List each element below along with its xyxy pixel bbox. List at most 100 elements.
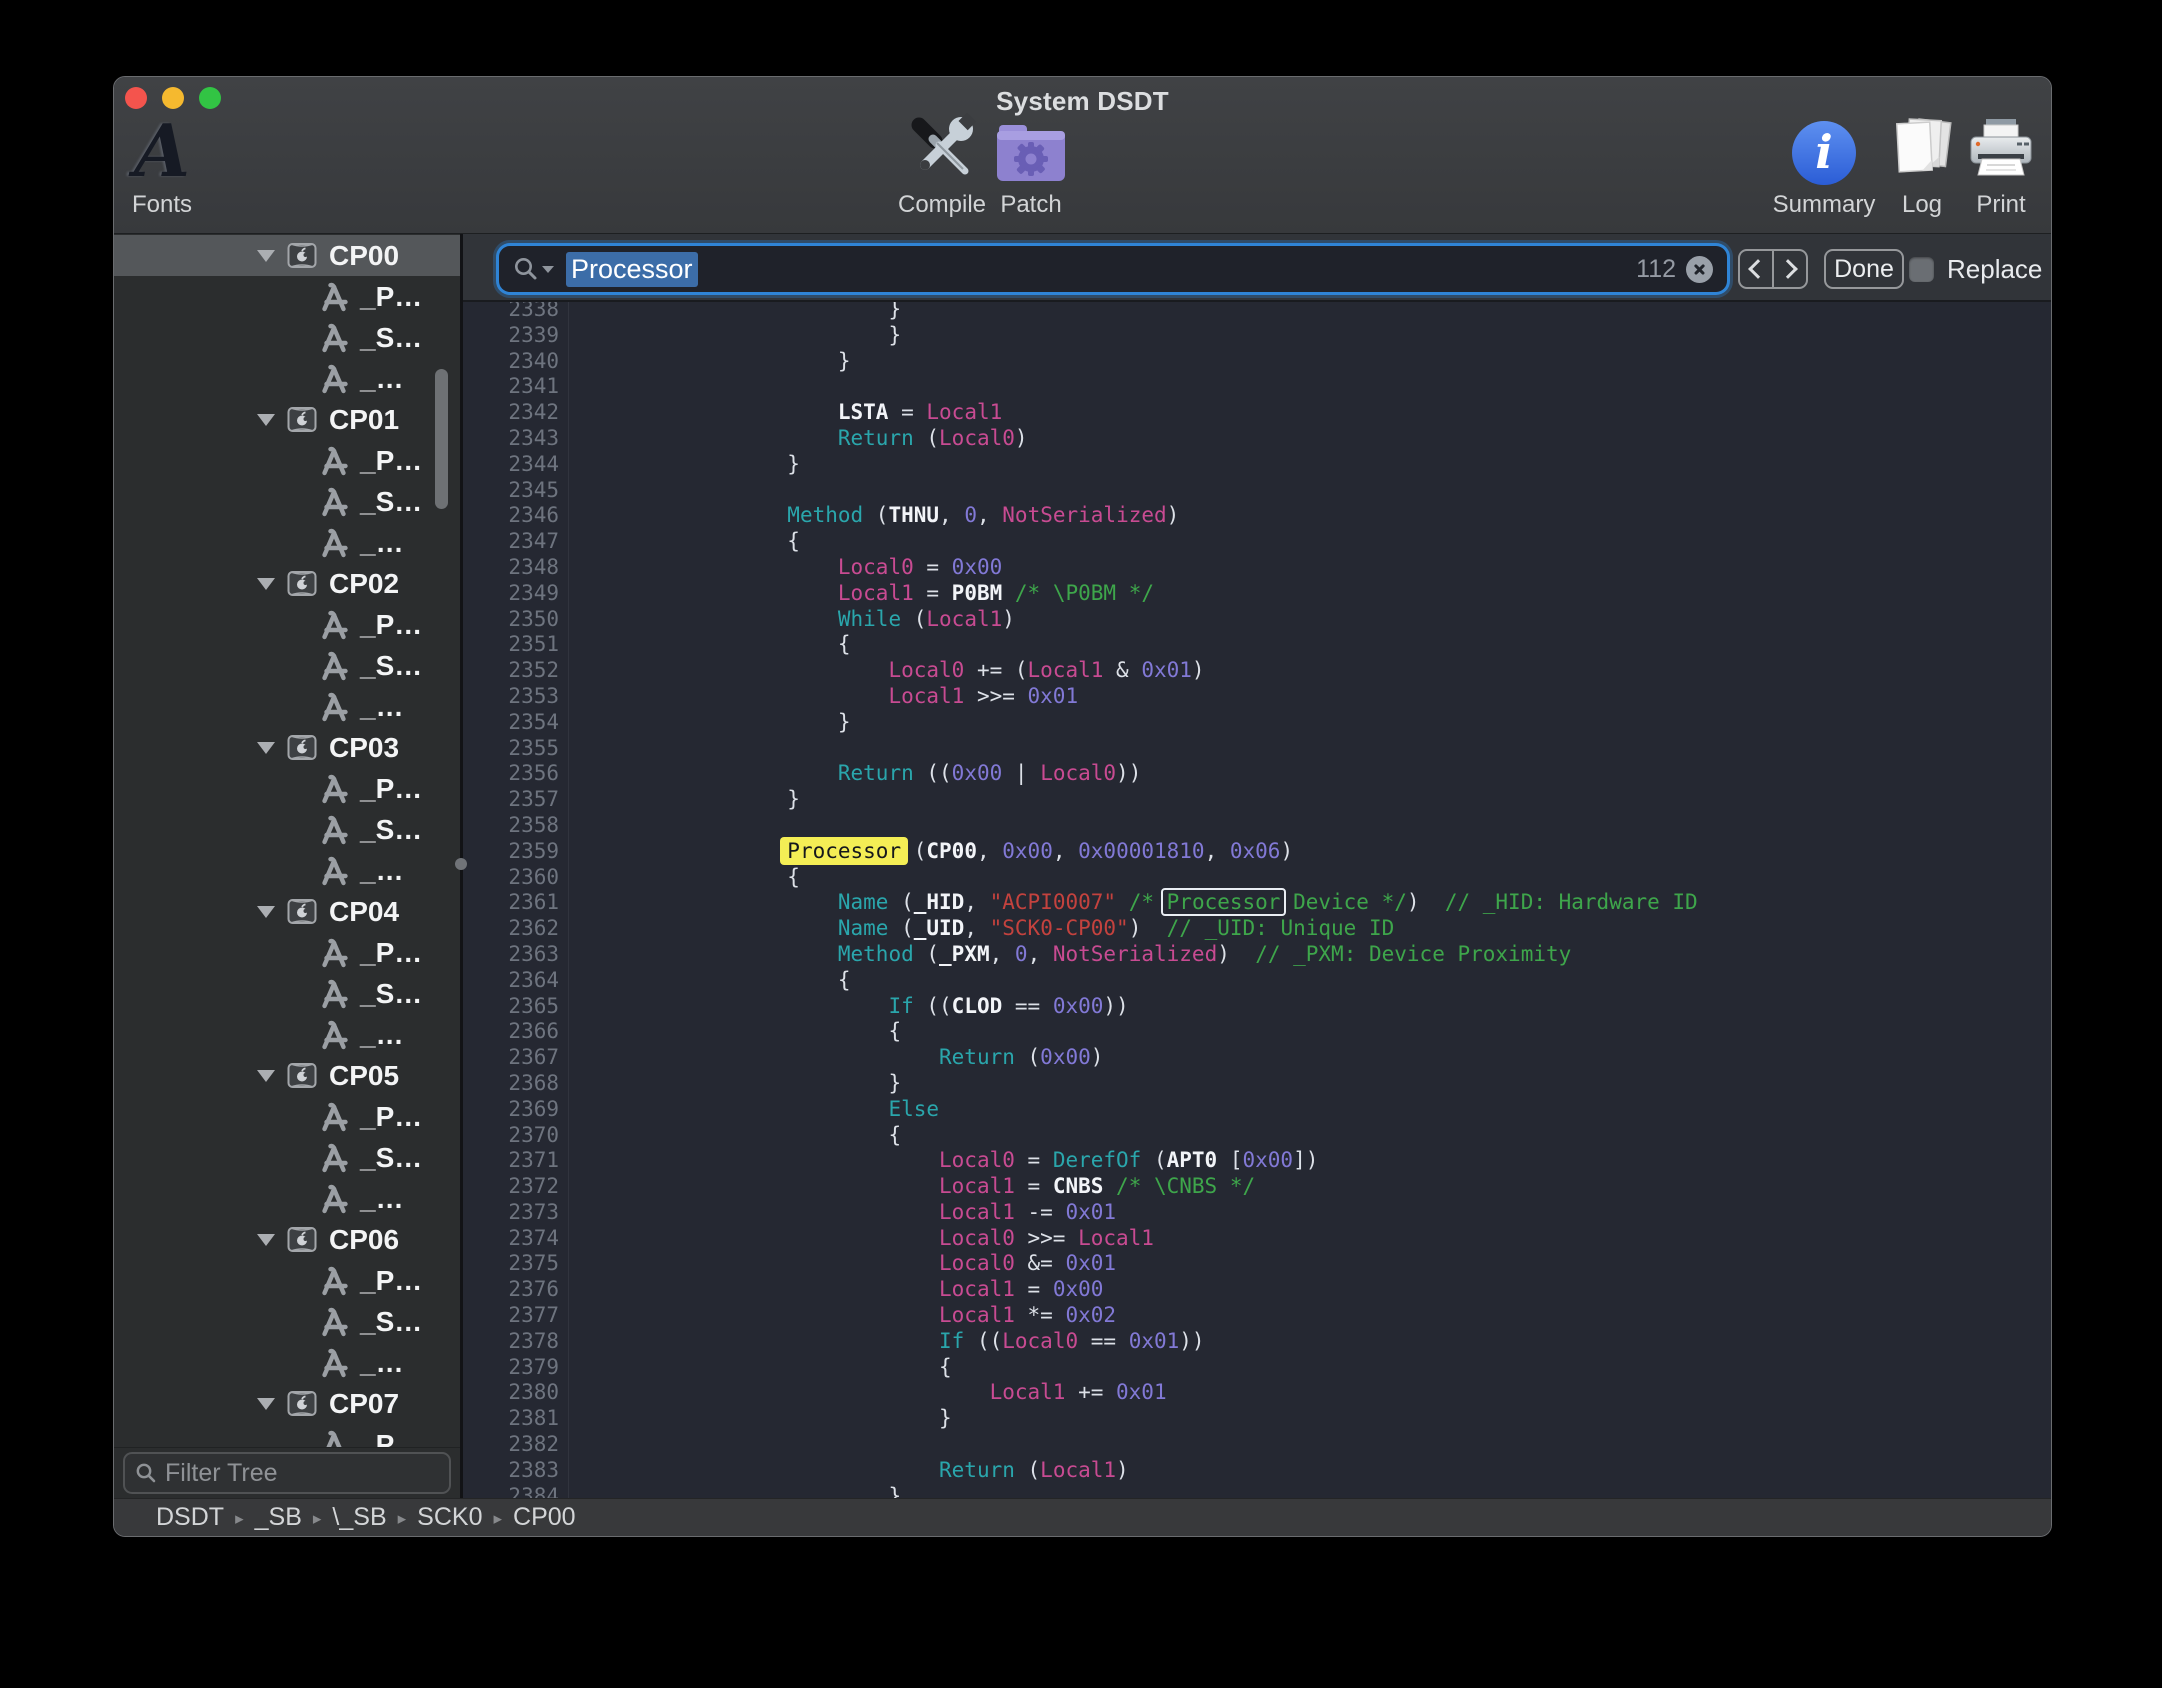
toolbar-summary-button[interactable]: i Summary: [1769, 111, 1879, 219]
tree-group-label: CP00: [329, 240, 399, 272]
tree-row-leaf[interactable]: _S…: [114, 481, 460, 522]
search-input[interactable]: Processor 112: [499, 246, 1727, 292]
tree-row-group[interactable]: CP00: [114, 235, 460, 276]
tree-row-leaf[interactable]: _P…: [114, 440, 460, 481]
tree-row-leaf[interactable]: _…: [114, 358, 460, 399]
breadcrumb-item[interactable]: CP00: [513, 1503, 576, 1532]
done-button[interactable]: Done: [1824, 249, 1904, 289]
tree-row-leaf[interactable]: _…: [114, 1178, 460, 1219]
tree-row-leaf[interactable]: _P…: [114, 276, 460, 317]
line-number: 2344: [463, 452, 569, 478]
sidebar-scrollbar-thumb[interactable]: [435, 369, 448, 509]
disclosure-triangle-icon[interactable]: [257, 414, 275, 426]
tree-leaf-label: _S…: [360, 322, 422, 354]
tree-row-leaf[interactable]: _P…: [114, 1096, 460, 1137]
disclosure-triangle-icon[interactable]: [257, 906, 275, 918]
tree-row-leaf[interactable]: _…: [114, 850, 460, 891]
toolbar-fonts-button[interactable]: A Fonts: [126, 111, 198, 219]
filter-tree-input[interactable]: Filter Tree: [123, 1452, 451, 1494]
asl-symbol-icon: [318, 1143, 348, 1173]
svg-text:i: i: [1815, 125, 1832, 179]
code-line: 2375 Local0 &= 0x01: [463, 1251, 2051, 1277]
titlebar-toolbar: System DSDT A Fonts Compile: [114, 77, 2051, 234]
tree-row-leaf[interactable]: _P…: [114, 932, 460, 973]
tree-leaf-label: _P…: [360, 773, 422, 805]
tree-row-leaf[interactable]: _…: [114, 1014, 460, 1055]
line-number: 2379: [463, 1355, 569, 1381]
line-number: 2353: [463, 684, 569, 710]
disclosure-triangle-icon[interactable]: [257, 578, 275, 590]
tree-row-group[interactable]: CP04: [114, 891, 460, 932]
tree-leaf-label: _S…: [360, 814, 422, 846]
breadcrumb-item[interactable]: \_SB: [332, 1503, 386, 1532]
window-title: System DSDT: [114, 86, 2051, 117]
tree-row-leaf[interactable]: _S…: [114, 1301, 460, 1342]
search-scope-chevron-icon[interactable]: [542, 266, 554, 273]
sidebar: CP00_P…_S…_…CP01_P…_S…_…CP02_P…_S…_…CP03…: [114, 234, 460, 1498]
code-editor[interactable]: 2338 }2339 }2340 }23412342 LSTA = Local1…: [463, 302, 2051, 1498]
tree-row-leaf[interactable]: _S…: [114, 1137, 460, 1178]
toolbar-print-button[interactable]: Print: [1959, 111, 2043, 219]
code-line: 2378 If ((Local0 == 0x01)): [463, 1329, 2051, 1355]
toolbar-compile-button[interactable]: Compile: [897, 111, 987, 219]
line-number: 2359: [463, 839, 569, 865]
asl-symbol-icon: [318, 610, 348, 640]
disclosure-triangle-icon[interactable]: [257, 1070, 275, 1082]
tree-row-leaf[interactable]: _…: [114, 1342, 460, 1383]
disclosure-triangle-icon[interactable]: [257, 1234, 275, 1246]
tree-row-group[interactable]: CP03: [114, 727, 460, 768]
toolbar-patch-button[interactable]: Patch: [991, 111, 1071, 219]
tree-row-leaf[interactable]: _S…: [114, 645, 460, 686]
breadcrumb-item[interactable]: DSDT: [156, 1503, 224, 1532]
tree-row-leaf[interactable]: _P…: [114, 768, 460, 809]
tree-leaf-label: _P…: [360, 445, 422, 477]
tree-row-group[interactable]: CP02: [114, 563, 460, 604]
line-number: 2340: [463, 349, 569, 375]
asl-symbol-icon: [318, 487, 348, 517]
tree-row-group[interactable]: CP05: [114, 1055, 460, 1096]
tree-row-leaf[interactable]: _S…: [114, 809, 460, 850]
clear-search-icon[interactable]: [1686, 256, 1713, 283]
tree-row-group[interactable]: CP07: [114, 1383, 460, 1424]
filter-placeholder: Filter Tree: [165, 1459, 278, 1488]
tree-row-group[interactable]: CP06: [114, 1219, 460, 1260]
code-line: 2362 Name (_UID, "SCK0-CP00") // _UID: U…: [463, 916, 2051, 942]
asl-symbol-icon: [318, 856, 348, 886]
tree-row-leaf[interactable]: _…: [114, 686, 460, 727]
code-line: 2349 Local1 = P0BM /* \P0BM */: [463, 581, 2051, 607]
tree-leaf-label: _S…: [360, 486, 422, 518]
replace-checkbox[interactable]: [1909, 257, 1934, 282]
tree-row-leaf[interactable]: _…: [114, 522, 460, 563]
main-split: CP00_P…_S…_…CP01_P…_S…_…CP02_P…_S…_…CP03…: [114, 234, 2051, 1498]
disclosure-triangle-icon[interactable]: [257, 1398, 275, 1410]
asl-symbol-icon: [318, 774, 348, 804]
asl-symbol-icon: [318, 1266, 348, 1296]
find-previous-button[interactable]: [1740, 251, 1772, 287]
code-line: 2358: [463, 813, 2051, 839]
tree-row-leaf[interactable]: _P…: [114, 1260, 460, 1301]
tree-leaf-label: _P…: [360, 937, 422, 969]
breadcrumb-item[interactable]: SCK0: [417, 1503, 482, 1532]
tree-row-leaf[interactable]: _P…: [114, 1424, 460, 1447]
line-number: 2375: [463, 1251, 569, 1277]
tree-row-leaf[interactable]: _P…: [114, 604, 460, 645]
toolbar-log-button[interactable]: Log: [1877, 111, 1967, 219]
find-next-button[interactable]: [1772, 251, 1806, 287]
tree-row-leaf[interactable]: _S…: [114, 973, 460, 1014]
tree-row-leaf[interactable]: _S…: [114, 317, 460, 358]
splitter-handle[interactable]: [455, 858, 467, 870]
breadcrumb-item[interactable]: _SB: [255, 1503, 302, 1532]
device-scroll-icon: [287, 406, 317, 433]
disclosure-triangle-icon[interactable]: [257, 250, 275, 262]
line-number: 2382: [463, 1432, 569, 1458]
chevron-left-icon: [1748, 259, 1768, 279]
asl-symbol-icon: [318, 692, 348, 722]
line-number: 2352: [463, 658, 569, 684]
line-number: 2362: [463, 916, 569, 942]
tree-row-group[interactable]: CP01: [114, 399, 460, 440]
sidebar-tree[interactable]: CP00_P…_S…_…CP01_P…_S…_…CP02_P…_S…_…CP03…: [114, 234, 460, 1447]
tree-leaf-label: _…: [360, 1347, 404, 1379]
tree-leaf-label: _S…: [360, 650, 422, 682]
tree-group-label: CP04: [329, 896, 399, 928]
disclosure-triangle-icon[interactable]: [257, 742, 275, 754]
